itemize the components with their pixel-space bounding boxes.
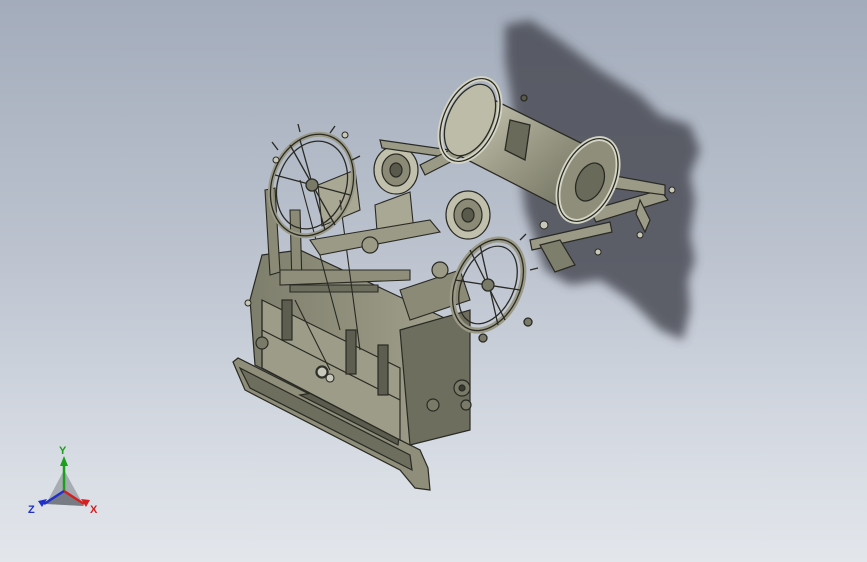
y-arrow-icon <box>60 456 68 466</box>
y-axis-label: Y <box>59 445 67 457</box>
cad-model-view[interactable] <box>0 0 867 562</box>
z-axis-label: Z <box>28 504 35 516</box>
graphics-viewport[interactable]: Y X Z <box>0 0 867 562</box>
coordinate-triad: Y X Z <box>26 446 106 526</box>
x-axis-label: X <box>90 504 98 516</box>
